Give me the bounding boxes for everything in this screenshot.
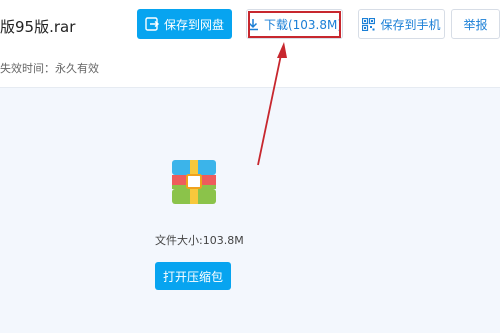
open-archive-button[interactable]: 打开压缩包: [155, 262, 231, 290]
save-to-cloud-icon: [145, 17, 159, 31]
file-size-info: 文件大小:103.8M: [155, 232, 244, 248]
download-button[interactable]: 下载(103.8M): [246, 9, 343, 39]
save-to-phone-label: 保存到手机: [380, 17, 441, 32]
expire-value: 永久有效: [55, 62, 99, 75]
file-size-label: 文件大小:: [155, 234, 203, 247]
save-to-cloud-button[interactable]: 保存到网盘: [137, 9, 232, 39]
save-to-phone-button[interactable]: 保存到手机: [358, 9, 445, 39]
report-button[interactable]: 举报: [451, 9, 500, 39]
file-size-value: 103.8M: [202, 234, 244, 247]
qr-code-icon: [362, 17, 376, 31]
report-label: 举报: [463, 17, 488, 32]
open-archive-label: 打开压缩包: [162, 269, 223, 284]
file-name: 版95版.rar: [0, 18, 76, 36]
expire-info: 失效时间：永久有效: [0, 60, 99, 76]
download-label: 下载(103.8M): [263, 17, 343, 32]
rar-archive-icon: [170, 158, 218, 206]
download-icon: [247, 18, 259, 31]
file-header: 版95版.rar 失效时间：永久有效 保存到网盘 下载(103.8M) 保存到手…: [0, 0, 500, 88]
expire-label: 失效时间：: [0, 62, 55, 75]
save-to-cloud-label: 保存到网盘: [163, 17, 224, 32]
